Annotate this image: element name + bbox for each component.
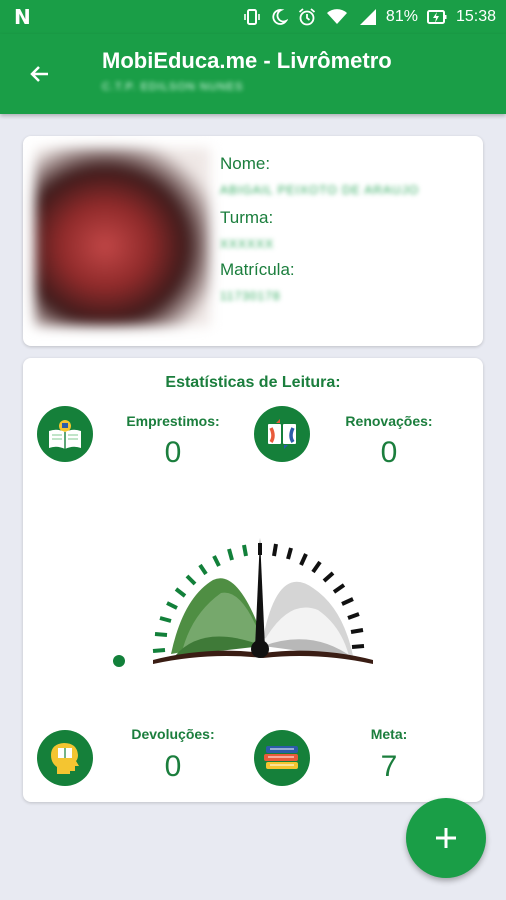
app-bar: MobiEduca.me - Livrômetro C.T.P. EDILSON… xyxy=(0,34,506,114)
app-subtitle: C.T.P. EDILSON NUNES xyxy=(102,81,244,93)
renewals-value: 0 xyxy=(380,436,398,469)
reading-stats-card: Estatísticas de Leitura: Emprestimos: 0 … xyxy=(23,358,483,802)
student-profile-card: Nome: ABIGAIL PEIXOTO DE ARAUJO Turma: X… xyxy=(23,136,483,346)
loans-value: 0 xyxy=(164,436,182,469)
wifi-icon xyxy=(326,9,347,24)
back-button[interactable] xyxy=(22,56,58,92)
name-label: Nome: xyxy=(220,154,271,173)
head-book-icon xyxy=(37,730,93,786)
class-value: XXXXXX xyxy=(220,237,275,251)
student-photo xyxy=(35,148,210,326)
renew-books-icon xyxy=(254,406,310,462)
book-stack-icon xyxy=(254,730,310,786)
loans-label: Emprestimos: xyxy=(126,413,220,429)
alarm-icon xyxy=(298,8,316,26)
arrow-left-icon xyxy=(30,66,48,82)
reading-gauge xyxy=(113,538,373,667)
clock-time: 15:38 xyxy=(455,8,496,25)
registration-label: Matrícula: xyxy=(220,260,295,279)
battery-percent: 81% xyxy=(385,8,418,25)
class-label: Turma: xyxy=(220,208,274,227)
gauge-start-dot xyxy=(113,655,125,667)
status-bar: N 81% 15:38 xyxy=(0,0,506,34)
student-info: Nome: ABIGAIL PEIXOTO DE ARAUJO Turma: X… xyxy=(220,154,470,304)
battery-charging-icon xyxy=(426,10,447,24)
goal-value: 7 xyxy=(380,750,398,783)
goal-label: Meta: xyxy=(370,726,408,742)
open-book-icon xyxy=(37,406,93,462)
notification-icon: N xyxy=(14,5,31,29)
status-indicators: 81% 15:38 xyxy=(243,7,496,27)
returns-label: Devoluções: xyxy=(131,726,215,742)
app-title: MobiEduca.me - Livrômetro xyxy=(102,48,392,73)
do-not-disturb-moon-icon xyxy=(272,9,288,25)
signal-icon xyxy=(359,9,376,25)
vibrate-icon xyxy=(244,9,260,25)
add-fab-button[interactable] xyxy=(406,798,486,878)
stats-title: Estatísticas de Leitura: xyxy=(165,374,341,391)
renewals-label: Renovações: xyxy=(345,413,433,429)
plus-icon xyxy=(436,828,456,848)
name-value: ABIGAIL PEIXOTO DE ARAUJO xyxy=(220,183,420,197)
registration-value: 11730178 xyxy=(220,289,281,303)
returns-value: 0 xyxy=(164,750,182,783)
